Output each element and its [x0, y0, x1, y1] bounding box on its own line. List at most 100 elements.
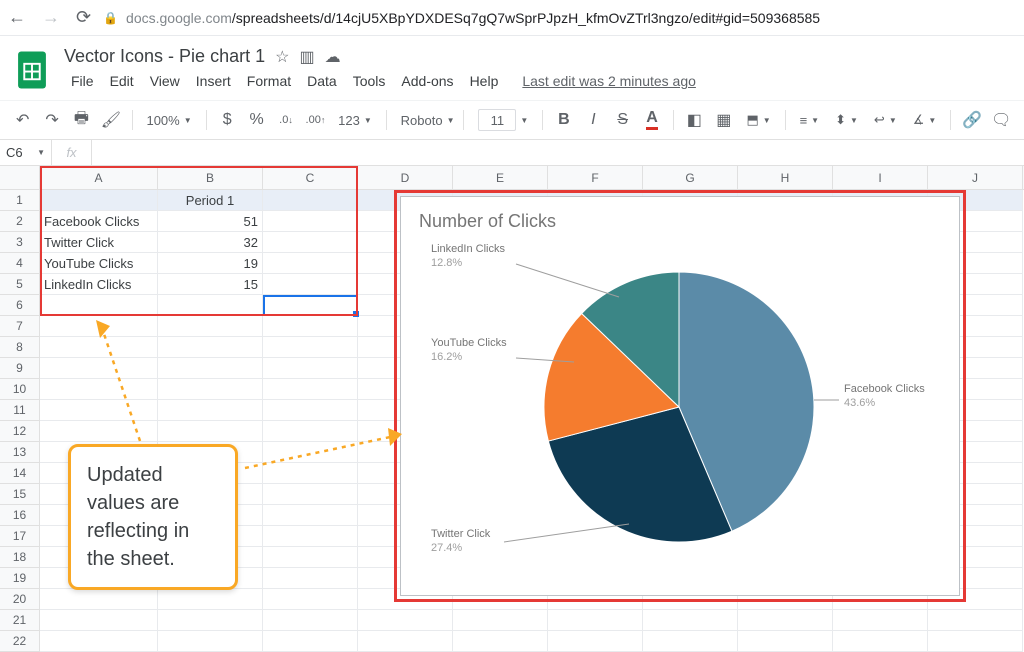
cell[interactable]	[263, 253, 358, 274]
row-header[interactable]: 6	[0, 295, 39, 316]
menu-addons[interactable]: Add-ons	[394, 69, 460, 93]
cell[interactable]	[263, 568, 358, 589]
cell[interactable]	[643, 610, 738, 631]
cell[interactable]: 19	[158, 253, 263, 274]
cell[interactable]	[263, 400, 358, 421]
fill-color-button[interactable]: ◧	[682, 106, 707, 134]
cell[interactable]	[158, 358, 263, 379]
row-header[interactable]: 22	[0, 631, 39, 652]
cell[interactable]: 51	[158, 211, 263, 232]
font-family-dropdown[interactable]: Roboto▼	[395, 113, 456, 128]
col-header[interactable]: I	[833, 166, 928, 189]
reload-icon[interactable]: ⟳	[76, 7, 91, 28]
row-header[interactable]: 18	[0, 547, 39, 568]
cell[interactable]: YouTube Clicks	[40, 253, 158, 274]
last-edit-link[interactable]: Last edit was 2 minutes ago	[515, 69, 703, 93]
row-header[interactable]: 12	[0, 421, 39, 442]
url-bar[interactable]: 🔒 docs.google.com/spreadsheets/d/14cjU5X…	[103, 10, 1016, 26]
currency-button[interactable]: $	[215, 106, 240, 134]
cell[interactable]	[263, 484, 358, 505]
row-header[interactable]: 17	[0, 526, 39, 547]
menu-data[interactable]: Data	[300, 69, 344, 93]
row-header[interactable]: 8	[0, 337, 39, 358]
cell[interactable]	[158, 631, 263, 652]
rotate-dropdown[interactable]: ∡▼	[907, 112, 943, 128]
row-header[interactable]: 11	[0, 400, 39, 421]
select-all-corner[interactable]	[0, 166, 40, 190]
cell[interactable]	[158, 379, 263, 400]
h-align-dropdown[interactable]: ≡▼	[794, 113, 826, 128]
cell[interactable]	[263, 547, 358, 568]
italic-button[interactable]: I	[581, 106, 606, 134]
row-header[interactable]: 1	[0, 190, 39, 211]
menu-edit[interactable]: Edit	[103, 69, 141, 93]
col-header[interactable]: D	[358, 166, 453, 189]
cell[interactable]	[738, 631, 833, 652]
cell[interactable]	[358, 610, 453, 631]
col-header[interactable]: J	[928, 166, 1023, 189]
col-header[interactable]: H	[738, 166, 833, 189]
row-header[interactable]: 19	[0, 568, 39, 589]
sheets-logo[interactable]	[12, 44, 52, 96]
cell[interactable]: LinkedIn Clicks	[40, 274, 158, 295]
row-header[interactable]: 13	[0, 442, 39, 463]
undo-icon[interactable]: ↶	[10, 106, 35, 134]
cell[interactable]	[263, 589, 358, 610]
menu-tools[interactable]: Tools	[346, 69, 393, 93]
cell[interactable]	[928, 631, 1023, 652]
cell[interactable]	[263, 232, 358, 253]
menu-file[interactable]: File	[64, 69, 101, 93]
cell[interactable]: Facebook Clicks	[40, 211, 158, 232]
cell[interactable]	[263, 358, 358, 379]
row-header[interactable]: 5	[0, 274, 39, 295]
cell[interactable]	[263, 295, 358, 316]
col-header[interactable]: A	[40, 166, 158, 189]
cell[interactable]	[263, 211, 358, 232]
cell[interactable]	[833, 610, 928, 631]
doc-title[interactable]: Vector Icons - Pie chart 1	[64, 46, 265, 67]
cell[interactable]	[158, 589, 263, 610]
cell[interactable]	[263, 379, 358, 400]
zoom-dropdown[interactable]: 100%▼	[140, 113, 197, 128]
merge-dropdown[interactable]: ⬒▼	[740, 112, 776, 128]
row-header[interactable]: 16	[0, 505, 39, 526]
cell[interactable]	[40, 190, 158, 211]
cell[interactable]	[158, 337, 263, 358]
row-header[interactable]: 3	[0, 232, 39, 253]
number-format-dropdown[interactable]: 123▼	[332, 113, 378, 128]
cell[interactable]	[453, 631, 548, 652]
cell[interactable]	[263, 505, 358, 526]
cell[interactable]	[40, 631, 158, 652]
percent-button[interactable]: %	[244, 106, 269, 134]
cell[interactable]	[928, 610, 1023, 631]
cell[interactable]	[158, 295, 263, 316]
row-header[interactable]: 21	[0, 610, 39, 631]
row-header[interactable]: 9	[0, 358, 39, 379]
cell[interactable]	[358, 631, 453, 652]
cell[interactable]	[263, 631, 358, 652]
col-header[interactable]: B	[158, 166, 263, 189]
menu-format[interactable]: Format	[240, 69, 298, 93]
row-header[interactable]: 15	[0, 484, 39, 505]
paint-format-icon[interactable]: 🖌	[98, 106, 123, 134]
cell[interactable]: Period 1	[158, 190, 263, 211]
decrease-decimal-button[interactable]: .0↓	[273, 106, 298, 134]
cell[interactable]: Twitter Click	[40, 232, 158, 253]
grid[interactable]: ABCDEFGHIJ 12345678910111213141516171819…	[0, 166, 1024, 638]
cell[interactable]	[738, 610, 833, 631]
cell[interactable]	[263, 316, 358, 337]
print-icon[interactable]: 🖶	[69, 106, 94, 134]
cell[interactable]	[40, 589, 158, 610]
cell[interactable]	[643, 631, 738, 652]
cell[interactable]	[263, 190, 358, 211]
cell[interactable]	[833, 631, 928, 652]
cell[interactable]: 32	[158, 232, 263, 253]
link-button[interactable]: 🔗	[959, 106, 984, 134]
borders-button[interactable]: ▦	[711, 106, 736, 134]
cell[interactable]	[158, 400, 263, 421]
cell[interactable]	[263, 337, 358, 358]
wrap-dropdown[interactable]: ↩▼	[868, 112, 903, 128]
star-icon[interactable]: ☆	[275, 47, 289, 67]
cell[interactable]	[263, 526, 358, 547]
formula-input[interactable]	[92, 140, 1024, 165]
